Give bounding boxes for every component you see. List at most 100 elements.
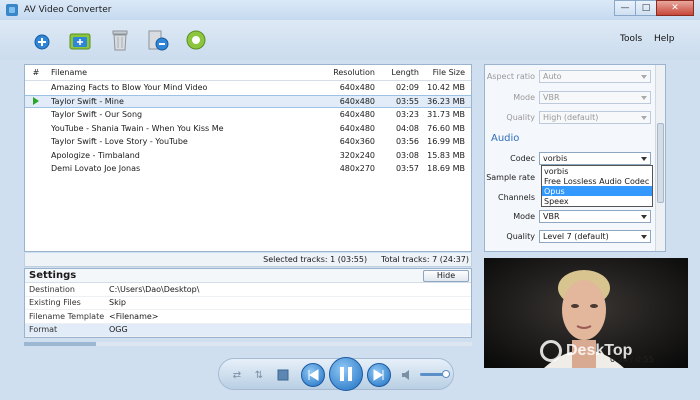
track-size: 36.23 MB — [427, 96, 465, 106]
audio-mode-row: Mode VBR — [485, 209, 653, 223]
chevron-down-icon — [641, 115, 647, 120]
chevron-down-icon — [641, 156, 647, 161]
watermark-text: DeskTop — [566, 342, 633, 359]
next-button[interactable] — [367, 363, 391, 387]
audio-codec-row: Codec vorbis — [485, 151, 653, 165]
track-size: 18.69 MB — [427, 164, 465, 174]
seek-bar[interactable] — [24, 342, 472, 346]
codec-option-highlighted[interactable]: Opus — [542, 186, 652, 196]
settings-row-existing-files[interactable]: Existing Files Skip — [25, 297, 471, 310]
chevron-down-icon — [641, 234, 647, 239]
selected-tracks-text: Selected tracks: 1 (03:55) — [263, 255, 368, 264]
settings-value: Skip — [109, 298, 127, 308]
watermark-logo-icon — [540, 340, 562, 362]
settings-value: C:\Users\Dao\Desktop\ — [109, 284, 200, 294]
track-resolution: 640x480 — [339, 83, 375, 93]
audio-section-header: Audio — [491, 133, 520, 144]
track-length: 02:09 — [395, 83, 419, 93]
sample-rate-label: Sample rate — [486, 172, 535, 182]
column-header-filename[interactable]: Filename — [47, 68, 313, 77]
track-name: Taylor Swift - Love Story - YouTube — [51, 137, 188, 147]
track-resolution: 480x270 — [339, 164, 375, 174]
menu-tools[interactable]: Tools — [620, 34, 642, 44]
settings-value: <Filename> — [109, 311, 159, 321]
track-name: Taylor Swift - Mine — [51, 96, 124, 106]
video-mode-label: Mode — [513, 92, 535, 102]
table-row[interactable]: Taylor Swift - Love Story - YouTube 640x… — [25, 135, 471, 149]
track-name: YouTube - Shania Twain - When You Kiss M… — [51, 123, 224, 133]
settings-row-destination[interactable]: Destination C:\Users\Dao\Desktop\ — [25, 283, 471, 297]
settings-label: Filename Template — [29, 311, 105, 321]
table-row[interactable]: Apologize - Timbaland 320x240 03:08 15.8… — [25, 149, 471, 163]
column-header-length[interactable]: Length — [375, 68, 419, 77]
column-header-size[interactable]: File Size — [419, 68, 467, 77]
codec-option[interactable]: vorbis — [542, 166, 652, 176]
watermark: DeskTop — [540, 340, 632, 362]
track-size: 10.42 MB — [427, 83, 465, 93]
seek-bar-fill — [24, 342, 96, 346]
track-size: 31.73 MB — [427, 110, 465, 120]
shuffle-icon[interactable]: ⇅ — [253, 369, 265, 381]
menu-help[interactable]: Help — [654, 34, 675, 44]
window-controls: — □ ✕ — [614, 0, 694, 16]
chevron-down-icon — [641, 74, 647, 79]
video-quality-select[interactable]: High (default) — [539, 110, 651, 124]
previous-button[interactable] — [301, 363, 325, 387]
audio-mode-label: Mode — [513, 211, 535, 221]
scrollbar-thumb[interactable] — [657, 123, 664, 203]
format-options-panel: Aspect ratio Auto Mode VBR Quality High … — [484, 64, 666, 252]
previous-icon — [308, 369, 319, 381]
codec-dropdown-list[interactable]: vorbis Free Lossless Audio Codec Opus Sp… — [541, 165, 653, 207]
hide-button[interactable]: Hide — [423, 269, 469, 282]
codec-option[interactable]: Free Lossless Audio Codec — [542, 176, 652, 186]
track-length: 03:56 — [395, 137, 419, 147]
video-mode-select[interactable]: VBR — [539, 90, 651, 104]
convert-button[interactable] — [184, 28, 208, 52]
cut-button[interactable] — [146, 28, 170, 52]
total-tracks-text: Total tracks: 7 (24:37) — [381, 255, 469, 264]
add-folder-button[interactable] — [68, 28, 92, 52]
codec-option[interactable]: Speex — [542, 196, 652, 206]
table-row[interactable]: Taylor Swift - Our Song 640x480 03:23 31… — [25, 108, 471, 122]
title-bar: AV Video Converter — □ ✕ — [0, 0, 700, 20]
volume-slider[interactable] — [420, 370, 450, 378]
pause-button[interactable] — [329, 357, 363, 391]
track-name: Taylor Swift - Our Song — [51, 110, 143, 120]
channels-label: Channels — [497, 192, 535, 202]
window-title: AV Video Converter — [24, 5, 112, 15]
table-row[interactable]: Amazing Facts to Blow Your Mind Video 64… — [25, 81, 471, 95]
settings-row-filename-template[interactable]: Filename Template <Filename> — [25, 310, 471, 324]
volume-slider-thumb[interactable] — [441, 370, 450, 378]
track-resolution: 320x240 — [339, 150, 375, 160]
codec-select[interactable]: vorbis — [539, 151, 651, 165]
column-header-resolution[interactable]: Resolution — [313, 68, 375, 77]
add-folder-icon — [69, 33, 91, 50]
track-size: 15.83 MB — [427, 150, 465, 160]
aspect-ratio-label: Aspect ratio — [486, 71, 535, 81]
stop-button[interactable] — [277, 369, 289, 381]
table-row[interactable]: Demi Lovato Joe Jonas 480x270 03:57 18.6… — [25, 162, 471, 176]
volume-icon[interactable] — [401, 369, 413, 381]
aspect-ratio-select[interactable]: Auto — [539, 69, 651, 83]
track-status-bar: Selected tracks: 1 (03:55) Total tracks:… — [24, 253, 472, 267]
audio-quality-select[interactable]: Level 7 (default) — [539, 229, 651, 243]
table-row-selected[interactable]: Taylor Swift - Mine 640x480 03:55 36.23 … — [25, 94, 471, 108]
repeat-icon[interactable]: ⇄ — [231, 369, 243, 381]
track-resolution: 640x360 — [339, 137, 375, 147]
settings-row-format[interactable]: Format OGG — [25, 323, 471, 337]
column-header-num[interactable]: # — [25, 68, 47, 77]
close-button[interactable]: ✕ — [656, 0, 694, 16]
track-length: 04:08 — [395, 123, 419, 133]
minimize-button[interactable]: — — [614, 0, 636, 16]
table-row[interactable]: YouTube - Shania Twain - When You Kiss M… — [25, 122, 471, 136]
audio-mode-select[interactable]: VBR — [539, 209, 651, 223]
trash-icon — [112, 30, 128, 51]
track-list-header: # Filename Resolution Length File Size — [25, 65, 471, 81]
toolbar: Tools Help — [0, 20, 700, 60]
remove-button[interactable] — [108, 28, 132, 52]
maximize-button[interactable]: □ — [635, 0, 657, 16]
track-resolution: 640x480 — [339, 96, 375, 106]
track-list[interactable]: # Filename Resolution Length File Size A… — [24, 64, 472, 252]
add-file-button[interactable] — [30, 28, 54, 52]
panel-scrollbar[interactable] — [655, 65, 665, 251]
